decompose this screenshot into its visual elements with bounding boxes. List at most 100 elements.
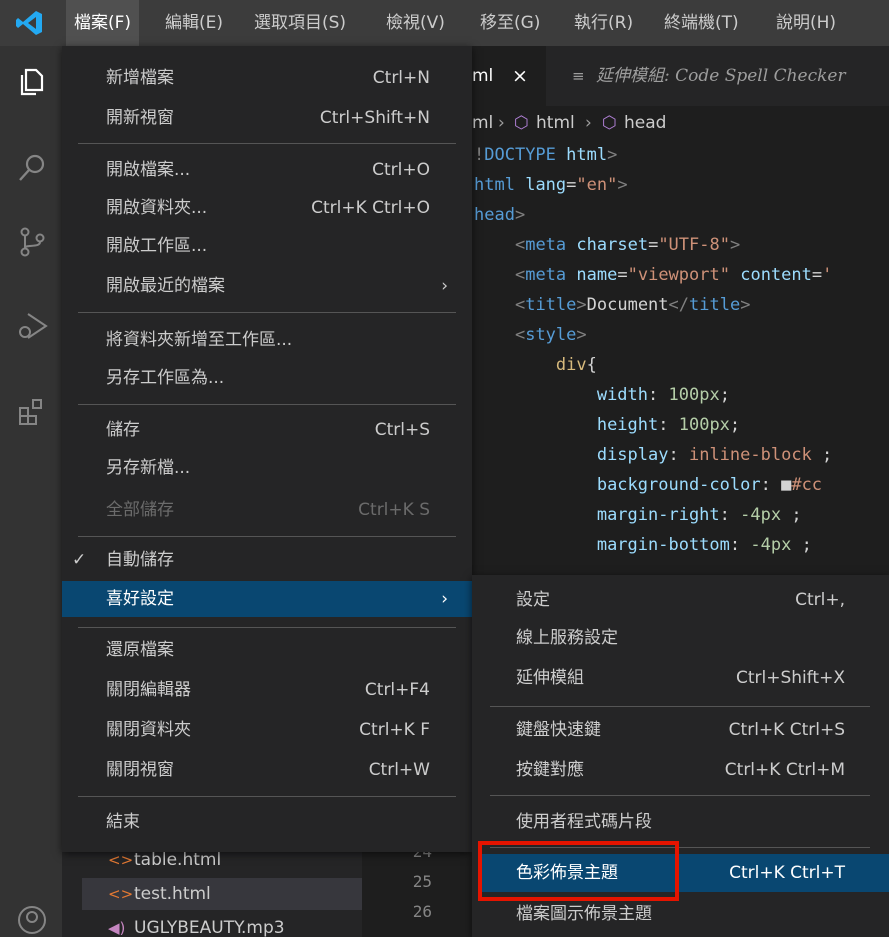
code-line: !DOCTYPE html> xyxy=(474,145,618,165)
menu-go[interactable]: 移至(G) xyxy=(472,0,548,46)
menu-item-shortcut: Ctrl+F4 xyxy=(364,680,430,700)
menu-view[interactable]: 檢視(V) xyxy=(378,0,453,46)
menu-item-new-window[interactable]: 開新視窗 Ctrl+Shift+N xyxy=(62,100,472,136)
menu-item-shortcut: Ctrl+K Ctrl+O xyxy=(311,198,430,218)
menu-item-label: 檔案圖示佈景主題 xyxy=(516,904,652,924)
menu-separator xyxy=(78,536,456,537)
menu-item-save-workspace-as[interactable]: 另存工作區為... xyxy=(62,360,472,396)
menu-item-label: 將資料夾新增至工作區... xyxy=(106,330,293,350)
code-line: <meta charset="UTF-8"> xyxy=(514,235,741,255)
tab-extension-code-spell-checker[interactable]: ≡ 延伸模組: Code Spell Checker xyxy=(546,46,889,106)
menu-item-shortcut: Ctrl+K Ctrl+S xyxy=(728,720,845,740)
chevron-right-icon: › xyxy=(441,589,448,609)
menu-item-open-workspace[interactable]: 開啟工作區... xyxy=(62,228,472,264)
menu-edit[interactable]: 編輯(E) xyxy=(157,0,231,46)
menu-item-shortcut: Ctrl+Shift+X xyxy=(735,668,845,688)
menu-selection[interactable]: 選取項目(S) xyxy=(246,0,354,46)
menu-item-label: 使用者程式碼片段 xyxy=(516,812,652,832)
extensions-icon[interactable] xyxy=(16,396,48,428)
menu-item-revert-file[interactable]: 還原檔案 xyxy=(62,632,472,668)
checkmark-icon: ✓ xyxy=(72,550,87,570)
menu-item-label: 線上服務設定 xyxy=(516,628,618,648)
menu-item-shortcut: Ctrl+K Ctrl+T xyxy=(729,863,845,883)
code-line: <meta name="viewport" content=' xyxy=(514,265,833,285)
search-icon[interactable] xyxy=(16,152,48,184)
menu-item-auto-save[interactable]: ✓ 自動儲存 xyxy=(62,542,472,578)
code-line: display: inline-block ; xyxy=(596,445,833,465)
submenu-item-user-snippets[interactable]: 使用者程式碼片段 xyxy=(482,803,889,841)
menu-item-add-folder-to-workspace[interactable]: 將資料夾新增至工作區... xyxy=(62,322,472,358)
menu-item-label: 延伸模組 xyxy=(516,668,584,688)
menu-item-label: 按鍵對應 xyxy=(516,760,584,780)
run-debug-icon[interactable] xyxy=(16,310,48,342)
menu-item-preferences[interactable]: 喜好設定 › xyxy=(62,581,472,617)
menu-file[interactable]: 檔案(F) xyxy=(66,0,140,46)
menu-item-exit[interactable]: 結束 xyxy=(62,804,472,840)
submenu-item-file-icon-theme[interactable]: 檔案圖示佈景主題 xyxy=(482,895,889,933)
menu-item-shortcut: Ctrl+, xyxy=(795,590,845,610)
line-number: 25 xyxy=(412,872,432,891)
submenu-item-settings[interactable]: 設定 Ctrl+, xyxy=(482,581,889,619)
html-file-icon: <> xyxy=(108,885,134,903)
activity-bar xyxy=(0,46,62,937)
menu-item-open-folder[interactable]: 開啟資料夾... Ctrl+K Ctrl+O xyxy=(62,190,472,226)
submenu-item-extensions[interactable]: 延伸模組 Ctrl+Shift+X xyxy=(482,659,889,697)
menu-item-label: 儲存 xyxy=(106,420,140,440)
submenu-item-color-theme[interactable]: 色彩佈景主題 Ctrl+K Ctrl+T xyxy=(482,854,889,892)
menu-item-save[interactable]: 儲存 Ctrl+S xyxy=(62,412,472,448)
menu-terminal[interactable]: 終端機(T) xyxy=(656,0,747,46)
menu-item-save-all: 全部儲存 Ctrl+K S xyxy=(62,492,472,528)
menu-item-label: 開啟檔案... xyxy=(106,160,191,180)
line-number: 26 xyxy=(412,902,432,921)
source-control-icon[interactable] xyxy=(16,226,48,258)
menu-item-label: 色彩佈景主題 xyxy=(516,863,618,883)
breadcrumb-html[interactable]: html xyxy=(536,106,575,140)
submenu-item-keyboard-shortcuts[interactable]: 鍵盤快速鍵 Ctrl+K Ctrl+S xyxy=(482,711,889,749)
menu-item-label: 還原檔案 xyxy=(106,640,174,660)
menu-help[interactable]: 說明(H) xyxy=(768,0,844,46)
code-line: <title>Document</title> xyxy=(514,295,751,315)
menu-item-label: 開啟資料夾... xyxy=(106,198,208,218)
menu-item-close-editor[interactable]: 關閉編輯器 Ctrl+F4 xyxy=(62,672,472,708)
vscode-logo-icon xyxy=(16,11,42,35)
menu-item-label: 結束 xyxy=(106,812,140,832)
file-name: test.html xyxy=(134,884,211,904)
tab-label: 延伸模組: Code Spell Checker xyxy=(596,66,846,86)
menu-item-new-file[interactable]: 新增檔案 Ctrl+N xyxy=(62,60,472,96)
tab-label: ml xyxy=(472,66,494,86)
code-line: <style> xyxy=(514,325,587,345)
menu-item-label: 自動儲存 xyxy=(106,550,174,570)
menu-item-label: 開啟工作區... xyxy=(106,236,208,256)
menu-item-label: 全部儲存 xyxy=(106,500,174,520)
submenu-item-keymaps[interactable]: 按鍵對應 Ctrl+K Ctrl+M xyxy=(482,751,889,789)
menu-item-shortcut: Ctrl+S xyxy=(374,420,430,440)
menu-item-label: 喜好設定 xyxy=(106,589,174,609)
breadcrumb-file[interactable]: ml xyxy=(472,106,493,140)
symbol-element-icon: ⬡ xyxy=(514,113,529,133)
menu-item-open-file[interactable]: 開啟檔案... Ctrl+O xyxy=(62,152,472,188)
menu-item-shortcut: Ctrl+K Ctrl+M xyxy=(724,760,845,780)
menu-item-shortcut: Ctrl+K F xyxy=(359,720,430,740)
menu-item-close-folder[interactable]: 關閉資料夾 Ctrl+K F xyxy=(62,712,472,748)
close-icon[interactable]: × xyxy=(512,46,528,106)
breadcrumb-head[interactable]: head xyxy=(624,106,666,140)
menu-separator xyxy=(78,312,456,313)
menu-item-open-recent[interactable]: 開啟最近的檔案 › xyxy=(62,268,472,304)
code-line: html lang="en"> xyxy=(474,175,628,195)
menu-separator xyxy=(490,795,870,796)
explorer-icon[interactable] xyxy=(16,66,48,98)
menu-item-shortcut: Ctrl+K S xyxy=(358,500,430,520)
menu-item-shortcut: Ctrl+O xyxy=(372,160,430,180)
menu-bar: 檔案(F) 編輯(E) 選取項目(S) 檢視(V) 移至(G) 執行(R) 終端… xyxy=(0,0,889,46)
file-item-test[interactable]: <> test.html xyxy=(82,878,362,910)
file-item-mp3[interactable]: ◀) UGLYBEAUTY.mp3 xyxy=(82,912,362,937)
account-icon[interactable] xyxy=(16,904,48,936)
menu-item-shortcut: Ctrl+Shift+N xyxy=(319,108,430,128)
symbol-element-icon: ⬡ xyxy=(602,113,617,133)
menu-item-close-window[interactable]: 關閉視窗 Ctrl+W xyxy=(62,752,472,788)
code-line: margin-right: -4px ; xyxy=(596,505,802,525)
menu-run[interactable]: 執行(R) xyxy=(566,0,641,46)
menu-item-label: 新增檔案 xyxy=(106,68,174,88)
submenu-item-online-services[interactable]: 線上服務設定 xyxy=(482,619,889,657)
menu-item-save-as[interactable]: 另存新檔... xyxy=(62,450,472,486)
